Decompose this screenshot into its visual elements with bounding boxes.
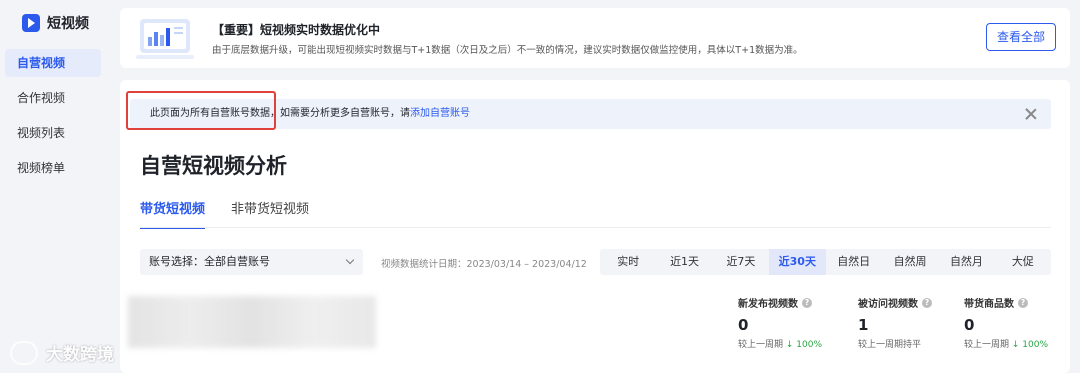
annotation-highlight-box [126,91,276,130]
help-icon[interactable]: ? [802,297,812,308]
stat-compare: 较上一周期 [738,340,784,350]
sidebar-item-video-ranking[interactable]: 视频榜单 [5,154,101,182]
watermark-logo-icon [10,340,38,365]
sidebar: 短视频 自营视频 合作视频 视频列表 视频榜单 [0,0,110,373]
time-range-selector: 实时 近1天 近7天 近30天 自然日 自然周 自然月 大促 [600,249,1051,275]
account-select[interactable]: 账号选择：全部自营账号 [140,249,363,275]
range-natural-month[interactable]: 自然月 [938,249,994,275]
stat-label: 带货商品数 [964,299,1014,310]
date-range-text: 视频数据统计日期：2023/03/14 – 2023/04/12 [381,259,587,270]
stat-label: 新发布视频数 [738,299,798,310]
range-1-day[interactable]: 近1天 [656,249,712,275]
range-promotion[interactable]: 大促 [995,249,1051,275]
stat-change: ↓ 100% [785,340,823,350]
add-account-link[interactable]: 添加自营账号 [410,108,470,119]
stat-products: 带货商品数? 0 较上一周期 ↓ 100% [964,295,1048,350]
range-natural-day[interactable]: 自然日 [826,249,882,275]
help-icon[interactable]: ? [922,297,932,308]
brand-title: 短视频 [47,16,89,32]
range-7-days[interactable]: 近7天 [713,249,769,275]
tab-non-sales-videos[interactable]: 非带货短视频 [231,198,309,229]
view-all-button[interactable]: 查看全部 [986,23,1056,51]
stat-value: 0 [964,316,975,334]
range-30-days[interactable]: 近30天 [769,249,826,275]
blurred-content [128,296,376,348]
watermark: 大数跨境 [10,340,114,365]
dashboard-illustration-icon [136,19,194,59]
play-icon [22,14,40,32]
banner-description: 由于底层数据升级，可能出现短视频实时数据与T+1数据（次日及之后）不一致的情况，… [212,45,803,56]
stat-change: ↓ 100% [1011,340,1049,350]
tab-sales-videos[interactable]: 带货短视频 [140,198,206,229]
sidebar-item-partner-videos[interactable]: 合作视频 [5,84,101,112]
sidebar-item-video-list[interactable]: 视频列表 [5,119,101,147]
main-panel: 此页面为所有自营账号数据，如需要分析更多自营账号，请添加自营账号 自营短视频分析… [120,80,1070,373]
brand: 短视频 [22,13,89,33]
announcement-banner: 【重要】短视频实时数据优化中 由于底层数据升级，可能出现短视频实时数据与T+1数… [120,8,1070,68]
close-icon[interactable] [1025,108,1037,120]
watermark-text: 大数跨境 [46,345,114,365]
stat-compare: 较上一周期 [964,340,1010,350]
range-natural-week[interactable]: 自然周 [882,249,938,275]
tabs-divider [140,227,1051,228]
sidebar-nav: 自营视频 合作视频 视频列表 视频榜单 [5,49,101,189]
account-select-label: 账号选择：全部自营账号 [149,255,270,268]
page-title: 自营短视频分析 [140,154,287,178]
stat-compare: 较上一周期持平 [858,340,922,350]
stat-value: 0 [738,316,749,334]
stat-new-videos: 新发布视频数? 0 较上一周期 ↓ 100% [738,295,822,350]
range-realtime[interactable]: 实时 [600,249,656,275]
help-icon[interactable]: ? [1018,297,1028,308]
stat-visited-videos: 被访问视频数? 1 较上一周期持平 [858,295,932,350]
banner-title: 【重要】短视频实时数据优化中 [212,23,381,37]
stat-value: 1 [858,316,869,334]
stat-label: 被访问视频数 [858,299,918,310]
sidebar-item-self-videos[interactable]: 自营视频 [5,49,101,77]
tab-bar: 带货短视频 非带货短视频 [140,198,335,229]
chevron-down-icon [345,255,355,265]
